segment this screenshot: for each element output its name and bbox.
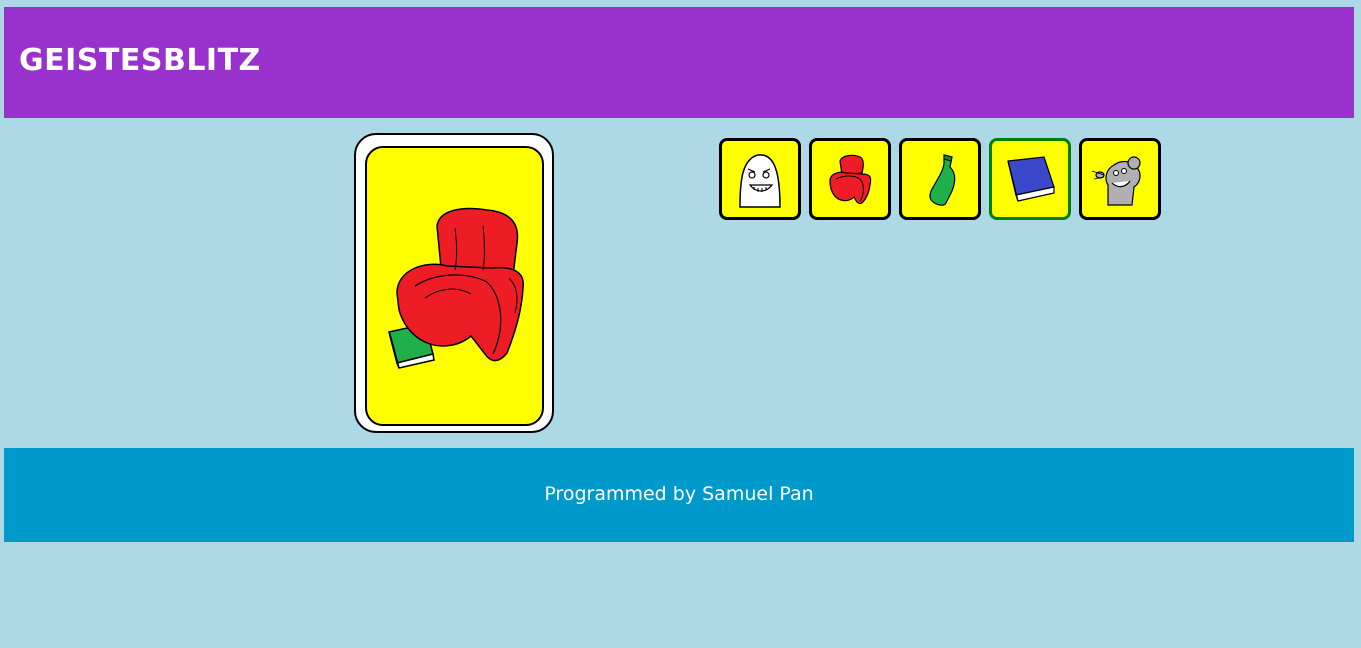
header-bar: GEISTESBLITZ bbox=[4, 7, 1354, 118]
choice-ghost-button[interactable] bbox=[719, 138, 801, 220]
grey-mouse-icon bbox=[1091, 156, 1141, 206]
white-ghost-icon bbox=[739, 154, 781, 208]
card-illustration bbox=[388, 207, 524, 369]
choice-mouse-button[interactable] bbox=[1079, 138, 1161, 220]
green-bottle-icon bbox=[929, 154, 956, 206]
footer-credit: Programmed by Samuel Pan bbox=[544, 483, 814, 505]
choice-armchair-button[interactable] bbox=[809, 138, 891, 220]
game-title: GEISTESBLITZ bbox=[19, 43, 261, 78]
footer-bar: Programmed by Samuel Pan bbox=[4, 448, 1354, 542]
red-armchair-icon bbox=[829, 154, 872, 205]
blue-book-icon bbox=[1007, 156, 1055, 202]
game-card bbox=[354, 133, 554, 433]
choice-book-button[interactable] bbox=[989, 138, 1071, 220]
choice-bottle-button[interactable] bbox=[899, 138, 981, 220]
card-face bbox=[365, 146, 544, 426]
